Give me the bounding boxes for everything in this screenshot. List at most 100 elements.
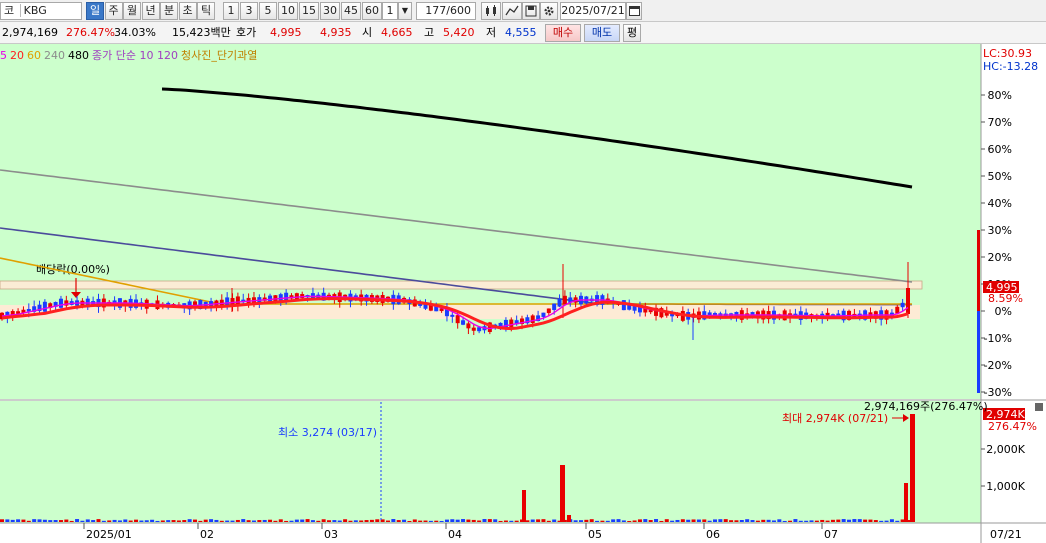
- save-icon[interactable]: [522, 2, 540, 20]
- candle-body: [530, 315, 535, 323]
- volume-bar: [171, 520, 176, 522]
- volume-bar: [761, 519, 766, 522]
- candle-body: [552, 303, 557, 310]
- interval-button[interactable]: 60: [362, 2, 382, 20]
- volume-bar: [632, 520, 637, 522]
- volume-bar: [904, 483, 908, 522]
- average-button[interactable]: 평: [623, 24, 641, 42]
- volume-bar: [621, 520, 626, 522]
- stock-chart[interactable]: 80%70%60%50%40%30%20%10%0%-10%-20%-30%LC…: [0, 44, 1046, 543]
- ma-legend: 5 20 60 240 480 종가 단순 10 120 청사진_단기과열: [0, 47, 260, 63]
- volume-bar: [589, 519, 594, 522]
- volume-bar: [814, 520, 819, 522]
- volume-bar: [627, 520, 632, 522]
- interval-button[interactable]: 10: [278, 2, 298, 20]
- min-volume-label: 최소 3,274 (03/17): [278, 426, 377, 439]
- volume-bar: [820, 519, 825, 522]
- volume-bar: [889, 519, 894, 522]
- volume-bar: [664, 519, 669, 522]
- candle-body: [541, 312, 546, 317]
- period-tab[interactable]: 초: [178, 2, 197, 20]
- volume-bar: [648, 520, 653, 522]
- volume-bar: [530, 519, 535, 522]
- interval-select[interactable]: 1: [382, 2, 398, 20]
- interval-button[interactable]: 30: [320, 2, 340, 20]
- volume-bar: [841, 519, 846, 522]
- interval-button[interactable]: 3: [240, 2, 258, 20]
- volume-ratio: 276.47%: [66, 26, 115, 39]
- high-price: 5,420: [443, 26, 475, 39]
- period-tab[interactable]: 틱: [197, 2, 215, 20]
- trade-value: 15,423백만: [172, 26, 231, 39]
- volume-bar: [879, 520, 884, 522]
- volume-bar: [80, 520, 85, 522]
- volume-bar: [509, 520, 514, 522]
- calendar-icon[interactable]: [626, 2, 642, 20]
- quote-info-bar: 2,974,169 276.47% 34.03% 15,423백만 호가 4,9…: [0, 22, 1046, 44]
- quote-label: 호가: [236, 26, 257, 39]
- x-axis-label: 05: [588, 528, 602, 541]
- volume-bar: [536, 519, 541, 522]
- volume-bar: [16, 519, 21, 522]
- volume-bar: [702, 519, 707, 522]
- hc-label: HC:-13.28: [983, 60, 1038, 73]
- volume-bar: [58, 520, 63, 522]
- volume-bar: [37, 519, 42, 522]
- candle-type-icon[interactable]: [481, 2, 501, 20]
- candle-body: [455, 315, 460, 324]
- interval-button[interactable]: 15: [299, 2, 319, 20]
- period-tab[interactable]: 월: [123, 2, 141, 20]
- gear-icon[interactable]: [540, 2, 558, 20]
- dividend-band: [0, 280, 923, 290]
- volume-bar: [117, 520, 122, 522]
- volume-bar: [830, 519, 835, 522]
- y-axis-label: -10%: [984, 332, 1012, 345]
- last-volume-label: 2,974,169주(276.47%): [864, 400, 988, 413]
- interval-button[interactable]: 1: [223, 2, 239, 20]
- interval-dropdown-arrow-icon[interactable]: ▼: [398, 2, 412, 20]
- volume-bar: [793, 519, 798, 522]
- max-volume-label: 최대 2,974K (07/21): [782, 412, 888, 425]
- volume-bar: [836, 519, 841, 522]
- volume-bar: [107, 520, 112, 522]
- period-tab[interactable]: 일: [86, 2, 104, 20]
- volume-bar: [605, 520, 610, 522]
- interval-button[interactable]: 45: [341, 2, 361, 20]
- candle-body: [42, 301, 47, 312]
- period-tab[interactable]: 분: [160, 2, 178, 20]
- volume-bar: [675, 519, 680, 522]
- candle-body: [621, 300, 626, 311]
- y-axis-label: 80%: [988, 89, 1012, 102]
- volume-bar: [316, 520, 321, 522]
- volume-bar: [546, 520, 551, 522]
- volume-bar: [659, 520, 664, 522]
- date-input[interactable]: 2025/07/21: [560, 2, 626, 20]
- volume-bar: [343, 519, 348, 522]
- volume-bar: [461, 519, 466, 522]
- x-axis-bg: [0, 523, 1046, 543]
- candle-body: [58, 298, 63, 308]
- x-axis-label: 04: [448, 528, 462, 541]
- legend-ma: 20: [10, 49, 24, 62]
- open-price: 4,665: [381, 26, 413, 39]
- volume-bar: [680, 519, 685, 522]
- volume-bar: [246, 520, 251, 522]
- period-tab[interactable]: 주: [104, 2, 123, 20]
- stock-code-input[interactable]: 코 KBG: [0, 2, 82, 20]
- count-display[interactable]: 177/600: [416, 2, 476, 20]
- volume-bar: [241, 519, 246, 522]
- period-tab[interactable]: 년: [141, 2, 160, 20]
- volume-bar: [337, 520, 342, 522]
- volume-bar: [166, 520, 171, 522]
- lc-label: LC:30.93: [983, 47, 1032, 60]
- interval-button[interactable]: 5: [259, 2, 277, 20]
- draw-tool-icon[interactable]: [502, 2, 522, 20]
- volume-bar: [670, 520, 675, 522]
- sell-button[interactable]: 매도: [584, 24, 620, 42]
- candle-body: [466, 323, 471, 329]
- volume-bar: [616, 519, 621, 522]
- volume-bar: [868, 519, 873, 522]
- volume-bar: [230, 520, 235, 522]
- buy-button[interactable]: 매수: [545, 24, 581, 42]
- volume-bar: [611, 519, 616, 522]
